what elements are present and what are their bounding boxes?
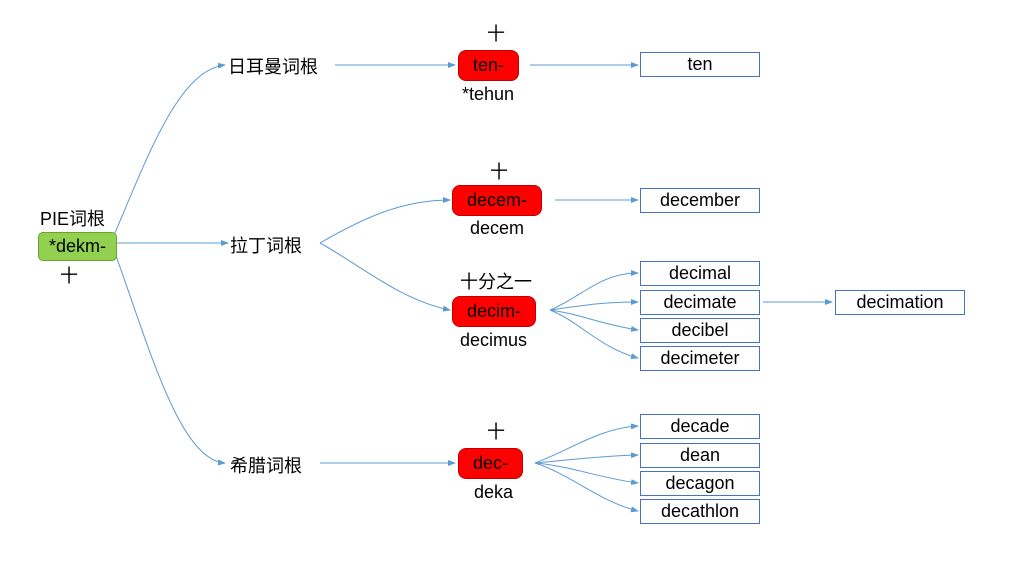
pie-meaning: 十: [60, 262, 78, 288]
word-decade: decade: [640, 414, 760, 439]
latin-title: 拉丁词根: [230, 232, 302, 258]
greek-top: 十: [487, 418, 505, 444]
decem-top: 十: [490, 158, 508, 184]
greek-stem-box: dec-: [458, 448, 523, 479]
decem-stem-box: decem-: [452, 185, 542, 216]
word-decibel: decibel: [640, 318, 760, 343]
decim-top: 十分之一: [460, 268, 532, 294]
germanic-title: 日耳曼词根: [228, 53, 318, 79]
word-decimation: decimation: [835, 290, 965, 315]
word-ten: ten: [640, 52, 760, 77]
word-decimeter: decimeter: [640, 346, 760, 371]
word-decagon: decagon: [640, 471, 760, 496]
pie-root-box: *dekm-: [38, 232, 117, 261]
decim-stem-box: decim-: [452, 296, 536, 327]
word-december: december: [640, 188, 760, 213]
germanic-stem-box: ten-: [458, 50, 519, 81]
decim-proto: decimus: [460, 330, 527, 351]
greek-proto: deka: [474, 482, 513, 503]
word-decimate: decimate: [640, 290, 760, 315]
greek-title: 希腊词根: [230, 452, 302, 478]
pie-label: PIE词根: [40, 205, 105, 231]
germanic-top: 十: [487, 20, 505, 46]
decem-proto: decem: [470, 218, 524, 239]
germanic-proto: *tehun: [462, 84, 514, 105]
word-decathlon: decathlon: [640, 499, 760, 524]
word-decimal: decimal: [640, 261, 760, 286]
word-dean: dean: [640, 443, 760, 468]
